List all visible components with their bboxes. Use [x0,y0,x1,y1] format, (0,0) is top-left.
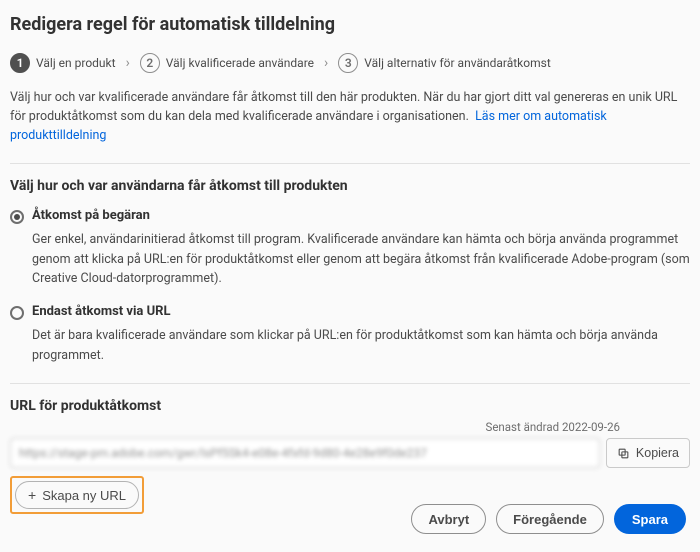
radio-option-url-only[interactable]: Endast åtkomst via URL [10,304,690,320]
step-3[interactable]: 3 Välj alternativ för användaråtkomst [338,53,551,73]
radio-desc-on-request: Ger enkel, användarinitierad åtkomst til… [32,230,690,288]
intro-text: Välj hur och var kvalificerade användare… [10,89,690,145]
step-1-label: Välj en produkt [36,56,116,70]
divider [10,383,690,384]
radio-option-on-request[interactable]: Åtkomst på begäran [10,208,690,224]
divider [10,163,690,164]
access-heading: Välj hur och var användarna får åtkomst … [10,178,690,194]
radio-label-on-request: Åtkomst på begäran [32,208,150,223]
step-1-number: 1 [10,53,30,73]
step-3-number: 3 [338,53,358,73]
radio-desc-url-only: Det är bara kvalificerade användare som … [32,326,690,365]
step-2-label: Välj kvalificerade användare [166,56,314,70]
last-modified-label: Senast ändrad [485,420,559,434]
copy-button[interactable]: Kopiera [606,438,690,468]
copy-button-label: Kopiera [636,446,679,460]
save-button[interactable]: Spara [614,504,686,534]
cancel-button[interactable]: Avbryt [411,504,486,534]
chevron-right-icon: › [324,55,328,71]
step-2[interactable]: 2 Välj kvalificerade användare [140,53,314,73]
last-modified-date: 2022-09-26 [562,420,620,434]
previous-button[interactable]: Föregående [496,504,604,534]
product-access-url-input[interactable]: https://stage-pm.adobe.com/gwr/lsPf5Sk4-… [10,438,600,468]
stepper: 1 Välj en produkt › 2 Välj kvalificerade… [10,53,690,73]
create-new-url-button[interactable]: + Skapa ny URL [15,481,139,509]
create-url-highlight: + Skapa ny URL [10,476,144,514]
step-3-label: Välj alternativ för användaråtkomst [364,56,551,70]
plus-icon: + [28,488,36,502]
footer-actions: Avbryt Föregående Spara [411,504,686,534]
radio-icon[interactable] [10,306,24,320]
chevron-right-icon: › [126,55,130,71]
last-modified: Senast ändrad 2022-09-26 [10,420,690,434]
step-2-number: 2 [140,53,160,73]
url-row: https://stage-pm.adobe.com/gwr/lsPf5Sk4-… [10,438,690,468]
step-1[interactable]: 1 Välj en produkt [10,53,116,73]
radio-label-url-only: Endast åtkomst via URL [32,304,171,319]
url-section-title: URL för produktåtkomst [10,398,690,414]
create-new-url-label: Skapa ny URL [42,488,126,503]
copy-icon [617,447,630,460]
page-title: Redigera regel för automatisk tilldelnin… [10,14,690,35]
radio-icon[interactable] [10,210,24,224]
